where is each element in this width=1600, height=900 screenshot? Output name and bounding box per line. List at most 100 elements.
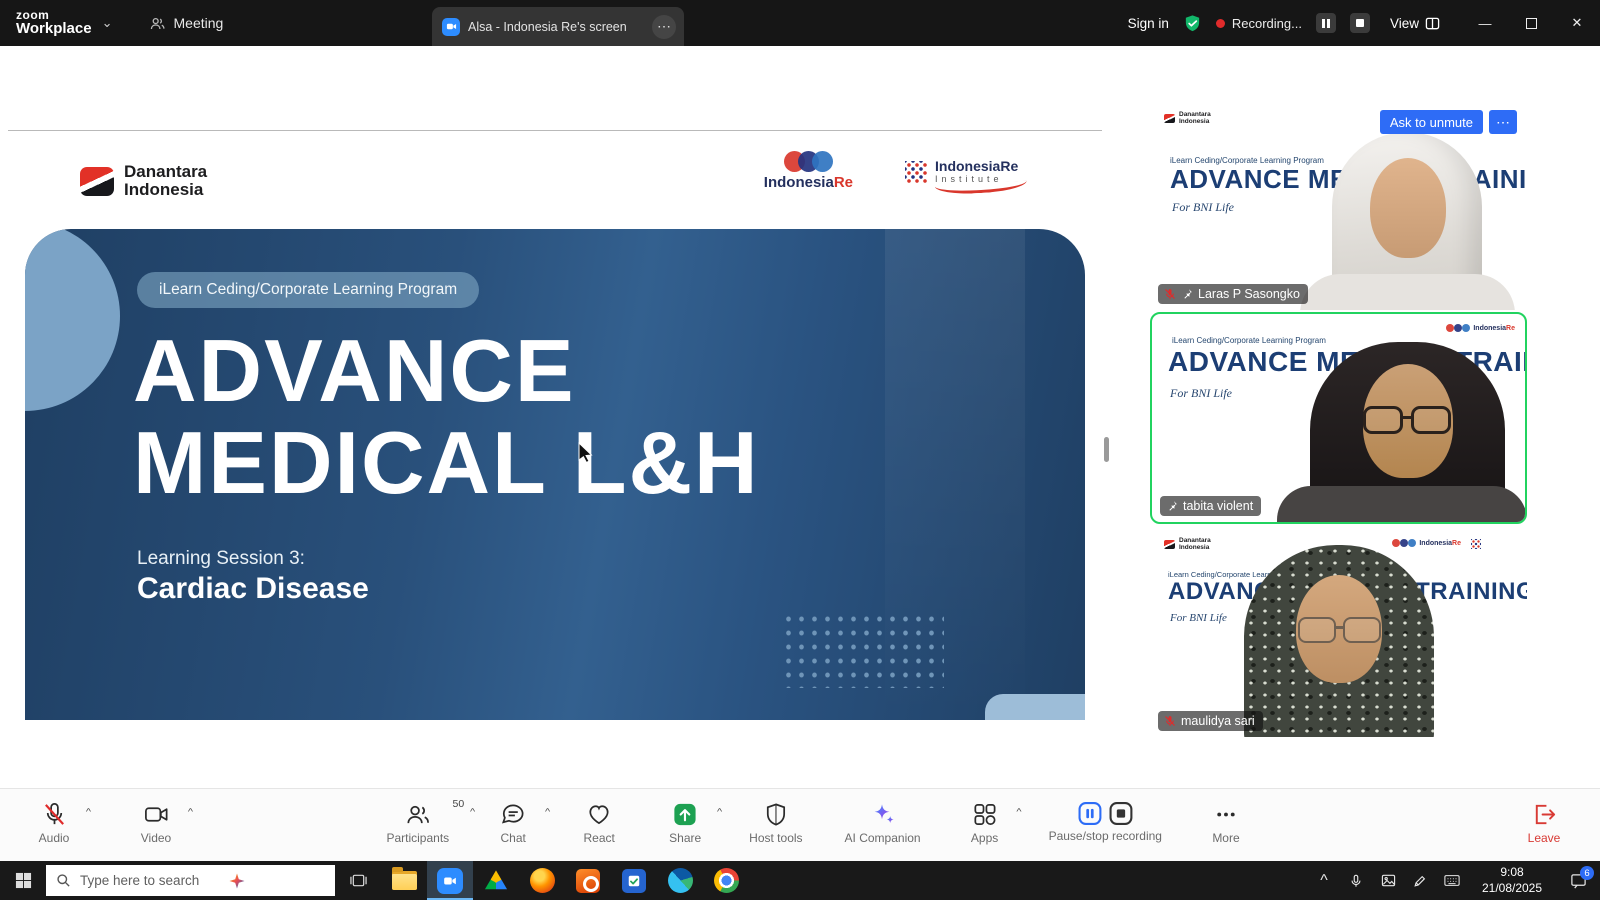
chat-icon: [500, 801, 527, 828]
taskbar-file-explorer[interactable]: [381, 861, 427, 900]
audio-chevron-icon[interactable]: ^: [86, 807, 91, 817]
host-tools-label: Host tools: [749, 831, 802, 845]
tile-more-options-button[interactable]: ⋯: [1489, 110, 1517, 134]
ai-companion-button[interactable]: AI Companion: [845, 801, 921, 845]
stop-recording-icon[interactable]: [1108, 801, 1133, 826]
apps-button[interactable]: Apps ^: [963, 801, 1007, 845]
tab-meeting[interactable]: Meeting: [149, 15, 224, 32]
tray-photos-button[interactable]: [1372, 861, 1404, 900]
danantara-logo-line2: Indonesia: [124, 181, 207, 199]
slide-program-badge: iLearn Ceding/Corporate Learning Program: [137, 272, 479, 308]
mini-ir-re-text: Re: [1506, 325, 1515, 332]
audio-button[interactable]: Audio ^: [32, 801, 76, 845]
shared-window-edge: [8, 130, 1102, 131]
person-figure: [1208, 545, 1470, 737]
ask-to-unmute-button[interactable]: Ask to unmute: [1380, 110, 1483, 134]
meeting-tab-label: Meeting: [174, 15, 224, 31]
tray-chevron-icon: ^: [1320, 872, 1328, 890]
participants-button[interactable]: Participants 50 ^: [386, 801, 449, 845]
taskbar-clock[interactable]: 9:08 21/08/2025: [1468, 865, 1556, 896]
person-figure: [1304, 132, 1509, 310]
chat-chevron-icon[interactable]: ^: [545, 807, 550, 817]
danantara-logo-line1: Danantara: [124, 163, 207, 181]
mini-danantara-logo: Danantara Indonesia: [1164, 111, 1211, 125]
heart-icon: [586, 801, 613, 828]
firefox-icon: [530, 868, 555, 893]
mini-danantara-mark-icon: [1164, 540, 1175, 549]
mini-danantara-mark-icon: [1164, 114, 1175, 123]
workspace-chevron-down-icon[interactable]: ⌄: [102, 15, 113, 31]
start-button[interactable]: [0, 861, 46, 900]
chat-button[interactable]: Chat ^: [491, 801, 535, 845]
share-button[interactable]: Share ^: [663, 801, 707, 845]
minimize-button[interactable]: —: [1462, 0, 1508, 46]
indonesiare-institute-logo: IndonesiaRe Institute: [905, 159, 1027, 193]
participants-count-badge: 50: [452, 798, 464, 810]
pause-stop-recording-button[interactable]: Pause/stop recording: [1049, 801, 1162, 843]
participant-video-laras[interactable]: Danantara Indonesia iLearn Ceding/Corpor…: [1150, 100, 1527, 310]
tray-pen-button[interactable]: [1404, 861, 1436, 900]
action-center-button[interactable]: 6: [1556, 861, 1600, 900]
tab-screen-share[interactable]: Alsa - Indonesia Re's screen ⋯: [432, 7, 684, 46]
taskbar-chrome[interactable]: [703, 861, 749, 900]
chat-label: Chat: [500, 831, 525, 845]
more-button[interactable]: More: [1204, 801, 1248, 845]
apps-chevron-icon[interactable]: ^: [1016, 807, 1021, 817]
mini-subtitle: For BNI Life: [1172, 200, 1234, 215]
recording-stop-button[interactable]: [1350, 13, 1370, 33]
pause-recording-icon[interactable]: [1077, 801, 1102, 826]
participant-video-maulidya[interactable]: Danantara Indonesia IndonesiaRe iLearn C…: [1150, 526, 1527, 737]
video-button[interactable]: Video ^: [134, 801, 178, 845]
camera-icon: [143, 801, 170, 828]
taskbar-drive[interactable]: [473, 861, 519, 900]
taskbar-office[interactable]: [565, 861, 611, 900]
maximize-button[interactable]: [1508, 0, 1554, 46]
tray-keyboard-button[interactable]: [1436, 861, 1468, 900]
view-label: View: [1390, 16, 1419, 31]
clock-date: 21/08/2025: [1468, 881, 1556, 897]
leave-button[interactable]: Leave: [1522, 801, 1566, 845]
notification-count-badge: 6: [1580, 866, 1594, 880]
security-shield-icon[interactable]: [1183, 14, 1202, 33]
zoom-app-icon: [437, 868, 463, 894]
screen-share-tab-icon: [442, 18, 460, 36]
taskbar-todo[interactable]: [611, 861, 657, 900]
share-label: Share: [669, 831, 701, 845]
taskbar-zoom-active[interactable]: [427, 861, 473, 900]
video-chevron-icon[interactable]: ^: [188, 807, 193, 817]
taskbar-edge[interactable]: [657, 861, 703, 900]
tray-chevron-button[interactable]: ^: [1308, 861, 1340, 900]
participant-video-tabita-active-speaker[interactable]: iLearn Ceding/Corporate Learning Program…: [1150, 312, 1527, 524]
taskbar-firefox[interactable]: [519, 861, 565, 900]
participants-icon: [404, 801, 431, 828]
leave-icon: [1531, 801, 1558, 828]
person-figure: [1276, 342, 1521, 522]
zoom-workplace-logo[interactable]: zoom Workplace: [16, 9, 92, 37]
view-layout-icon: [1425, 16, 1440, 31]
sign-in-button[interactable]: Sign in: [1128, 16, 1169, 31]
more-dots-icon: [1212, 801, 1239, 828]
ai-sparkle-icon: [869, 801, 896, 828]
share-screen-icon: [672, 801, 699, 828]
participant-name-tag: tabita violent: [1160, 496, 1261, 516]
participants-chevron-icon[interactable]: ^: [470, 807, 475, 817]
share-chevron-icon[interactable]: ^: [717, 807, 722, 817]
view-button[interactable]: View: [1390, 16, 1440, 31]
slide-decor-corner: [985, 694, 1085, 720]
recording-pause-button[interactable]: [1316, 13, 1336, 33]
indonesiare-logo: IndonesiaRe: [764, 151, 853, 191]
apps-grid-icon: [971, 801, 998, 828]
host-tools-button[interactable]: Host tools: [749, 801, 802, 845]
tray-mic-button[interactable]: [1340, 861, 1372, 900]
audio-label: Audio: [39, 831, 70, 845]
close-button[interactable]: ✕: [1554, 0, 1600, 46]
tab-options-icon[interactable]: ⋯: [652, 15, 676, 39]
task-view-button[interactable]: [335, 861, 381, 900]
shared-scrollbar[interactable]: [1104, 437, 1109, 462]
session-label: Learning Session 3:: [137, 548, 305, 570]
chrome-icon: [714, 868, 739, 893]
search-input[interactable]: [80, 873, 220, 888]
react-button[interactable]: React: [577, 801, 621, 845]
zoom-meeting-window: zoom Workplace ⌄ Meeting Alsa - Indonesi…: [0, 0, 1600, 900]
taskbar-search[interactable]: [46, 865, 335, 896]
